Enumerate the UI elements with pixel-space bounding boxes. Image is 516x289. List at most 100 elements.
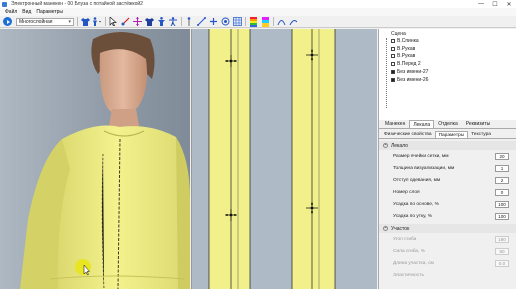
close-button[interactable]: ✕ <box>502 0 516 8</box>
mannequin-face <box>99 49 147 115</box>
group-uchastok-header[interactable]: ⌃ Участок <box>379 224 516 233</box>
property-label: Сила сгиба, % <box>393 248 426 254</box>
scene-item-label: В.Рукав <box>397 53 416 60</box>
property-label: Номер слоя <box>393 189 420 195</box>
garment-icon[interactable] <box>144 17 154 27</box>
property-value-input[interactable]: 100 <box>495 212 509 220</box>
uchastok-properties: Угол сгиба 180 Сила сгиба, % 50 Длина участк… <box>379 233 516 281</box>
pattern-2d-view[interactable] <box>191 29 377 289</box>
toolbar-separator <box>105 17 106 26</box>
tab[interactable]: Реквизиты <box>462 120 495 128</box>
scene-item[interactable]: В.Перед 2 <box>391 60 516 68</box>
property-row: Усадка по утку, % 100 <box>379 210 516 222</box>
property-value-input[interactable]: 0 <box>495 188 509 196</box>
pattern-piece-left <box>209 29 250 289</box>
property-label: Усадка по основе, % <box>393 201 439 207</box>
scene-item[interactable]: В.Спинка <box>391 37 516 45</box>
menu-file[interactable]: Файл <box>5 9 17 15</box>
pin-tool-icon[interactable] <box>120 17 130 27</box>
tree-connector <box>386 38 387 108</box>
target-icon[interactable] <box>220 17 230 27</box>
title-bar: Электронный манекен - 00 Блуза с потайно… <box>0 0 516 8</box>
property-label: Угол сгиба <box>393 236 417 242</box>
pose-icon[interactable] <box>168 17 178 27</box>
subtab[interactable]: Текстура <box>468 131 494 138</box>
visibility-checkbox[interactable] <box>391 77 395 82</box>
scene-item[interactable]: В.Рукав <box>391 53 516 61</box>
scene-item-label: В.Рукав <box>397 45 416 52</box>
cursor-icon[interactable] <box>108 17 118 27</box>
property-row: Угол сгиба 180 <box>379 233 516 245</box>
mesh-grid-icon[interactable] <box>232 17 242 27</box>
shirt-icon[interactable] <box>80 17 90 27</box>
visibility-checkbox[interactable] <box>391 62 395 67</box>
arc-icon[interactable] <box>288 17 298 27</box>
collapse-icon[interactable]: ⌃ <box>383 226 388 231</box>
tab[interactable]: Манекен <box>381 120 409 128</box>
needle-icon[interactable] <box>184 17 194 27</box>
layer-mode-value: Многослойная <box>19 18 53 25</box>
pattern-piece-right <box>292 29 335 289</box>
maximize-button[interactable]: ☐ <box>488 0 502 8</box>
scene-item-label: Без имени-27 <box>397 69 429 76</box>
toolbar: Многослойная ▾ <box>0 16 516 28</box>
curve-icon[interactable] <box>276 17 286 27</box>
window-title: Электронный манекен - 00 Блуза с потайно… <box>11 1 143 7</box>
visibility-checkbox[interactable] <box>391 46 395 51</box>
toolbar-separator <box>181 17 182 26</box>
tab[interactable]: Отделка <box>434 120 462 128</box>
chevron-down-icon: ▾ <box>68 18 71 25</box>
subtab[interactable]: Физические свойства <box>381 131 435 138</box>
menu-view[interactable]: Вид <box>22 9 31 15</box>
transform-icon[interactable] <box>132 17 142 27</box>
pointer-indicator <box>75 259 91 275</box>
visibility-checkbox[interactable] <box>391 38 395 43</box>
menu-bar: Файл Вид Параметры <box>0 8 516 16</box>
property-value-input[interactable]: 100 <box>495 200 509 208</box>
scene-item[interactable]: В.Рукав <box>391 45 516 53</box>
property-row: Сила сгиба, % 50 <box>379 245 516 257</box>
scene-tree-panel: Сцена В.Спинка В.Рукав В.Рукав В.Перед 2 Без… <box>378 29 516 120</box>
property-label: Толщина визуализации, мм <box>393 165 455 171</box>
app-icon <box>2 1 7 7</box>
sub-tabs: Физические свойства Параметры Текстура <box>379 131 516 139</box>
property-value-input: 50 <box>495 247 509 255</box>
minimize-button[interactable]: — <box>474 0 488 8</box>
visibility-checkbox[interactable] <box>391 54 395 59</box>
scene-item[interactable]: Без имени-27 <box>391 68 516 76</box>
mannequin-3d-view[interactable] <box>0 29 190 289</box>
property-value-input[interactable]: 2 <box>495 176 509 184</box>
scene-item[interactable]: Без имени-26 <box>391 76 516 84</box>
property-value-input: 0.0 <box>495 259 509 267</box>
tab[interactable]: Лекала <box>409 120 435 128</box>
property-value-input[interactable]: 1 <box>495 164 509 172</box>
play-button[interactable] <box>3 17 12 26</box>
figure-dropdown-icon[interactable] <box>92 17 102 27</box>
scene-header: Сцена <box>391 31 406 37</box>
toolbar-separator <box>245 17 246 26</box>
lekalo-properties: Размер ячейки сетки, мм 20 Толщина визуали… <box>379 150 516 222</box>
rainbow-map-icon[interactable] <box>260 16 270 27</box>
body-icon[interactable] <box>156 17 166 27</box>
property-label: Размер ячейки сетки, мм <box>393 153 449 159</box>
menu-params[interactable]: Параметры <box>36 9 63 15</box>
color-palette-icon[interactable] <box>248 16 258 27</box>
scene-item-label: Без имени-26 <box>397 76 429 83</box>
properties-panel: Манекен Лекала Отделка Реквизиты Физические… <box>378 120 516 289</box>
layer-mode-select[interactable]: Многослойная ▾ <box>16 17 74 26</box>
main-tabs: Манекен Лекала Отделка Реквизиты <box>379 120 516 129</box>
collapse-icon[interactable]: ⌃ <box>383 143 388 148</box>
property-label: Эластичность <box>393 272 424 278</box>
property-label: Усадка по утку, % <box>393 213 432 219</box>
cross-icon[interactable] <box>208 17 218 27</box>
visibility-checkbox[interactable] <box>391 70 395 75</box>
property-value-input: 180 <box>495 235 509 243</box>
property-row: Длина участка, см 0.0 <box>379 257 516 269</box>
property-value-input[interactable]: 20 <box>495 152 509 160</box>
group-lekalo-header[interactable]: ⌃ Лекало <box>379 141 516 150</box>
property-row: Размер ячейки сетки, мм 20 <box>379 150 516 162</box>
subtab[interactable]: Параметры <box>434 131 469 138</box>
scene-item-label: В.Спинка <box>397 37 419 44</box>
ruler-icon[interactable] <box>196 17 206 27</box>
property-row: Эластичность <box>379 269 516 281</box>
